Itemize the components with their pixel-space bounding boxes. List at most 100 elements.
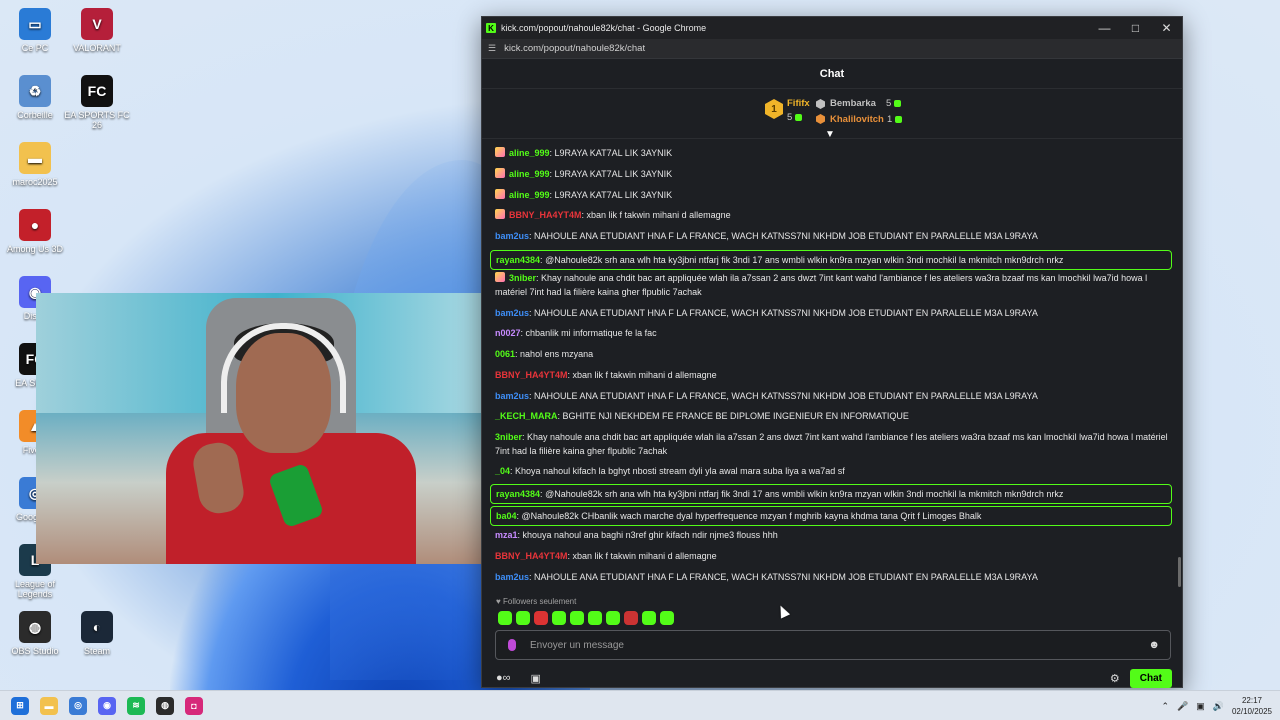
chat-username[interactable]: 3niber	[495, 432, 522, 442]
desktop-icon[interactable]: ◐ Steam	[62, 611, 132, 656]
emote-1-icon[interactable]	[498, 611, 512, 625]
close-icon[interactable]: ✕	[1151, 21, 1182, 35]
window-titlebar[interactable]: K kick.com/popout/nahoule82k/chat - Goog…	[482, 17, 1182, 39]
chat-username[interactable]: n0027	[495, 328, 521, 338]
desktop-icon[interactable]: FC EA SPORTS FC 26	[62, 75, 132, 130]
desktop-icon[interactable]: ● Among Us 3D	[0, 209, 70, 254]
emote-4-icon[interactable]	[552, 611, 566, 625]
chat-username[interactable]: 0061	[495, 349, 515, 359]
chat-username[interactable]: aline_999	[509, 148, 550, 158]
desktop-icon-label: League of Legends	[14, 579, 56, 599]
settings-gear-icon[interactable]: ⚙	[1110, 672, 1120, 685]
chat-message[interactable]: aline_999: L9RAYA KAT7AL LIK 3AYNIK	[495, 167, 1170, 181]
app-icon: ▭	[19, 8, 51, 40]
chat-message[interactable]: bam2us: NAHOULE ANA ETUDIANT HNA F LA FR…	[495, 389, 1170, 403]
chat-header: Chat	[482, 59, 1182, 89]
obs-icon[interactable]: ◍	[156, 696, 174, 715]
emote-7-icon[interactable]	[606, 611, 620, 625]
chat-message[interactable]: rayan4384: @Nahoule82k srh ana wlh hta k…	[490, 250, 1172, 270]
chat-message[interactable]: BBNY_HA4YT4M: xban lik f takwin mihani d…	[495, 368, 1170, 382]
chat-scrollbar[interactable]	[1178, 557, 1181, 587]
chat-username[interactable]: bam2us	[495, 231, 529, 241]
chat-username[interactable]: BBNY_HA4YT4M	[495, 370, 568, 380]
chat-message[interactable]: bam2us: NAHOULE ANA ETUDIANT HNA F LA FR…	[495, 229, 1170, 243]
emote-9-icon[interactable]	[642, 611, 656, 625]
chat-message[interactable]: 0061: nahol ens mzyana	[495, 347, 1170, 361]
collapse-leaderboard-icon[interactable]: ▼	[825, 129, 835, 140]
minimize-icon[interactable]: —	[1089, 21, 1120, 35]
chat-message[interactable]: _KECH_MARA: BGHITE NJI NEKHDEM FE FRANCE…	[495, 409, 1170, 423]
desktop-icon[interactable]: ▬ maroc2025	[0, 142, 70, 187]
mic-icon[interactable]	[508, 639, 516, 651]
chat-message-text: L9RAYA KAT7AL LIK 3AYNIK	[554, 169, 673, 179]
emote-8-icon[interactable]	[624, 611, 638, 625]
chat-username[interactable]: bam2us	[495, 572, 529, 582]
chat-message[interactable]: mza1: khouya nahoul ana baghi n3ref ghir…	[495, 528, 1170, 542]
chat-username[interactable]: aline_999	[509, 190, 550, 200]
emote-3-icon[interactable]	[534, 611, 548, 625]
chat-username[interactable]: aline_999	[509, 169, 550, 179]
url-text[interactable]: kick.com/popout/nahoule82k/chat	[504, 43, 645, 54]
chat-messages[interactable]: aline_999: L9RAYA KAT7AL LIK 3AYNIK aline…	[482, 140, 1182, 594]
emote-6-icon[interactable]	[588, 611, 602, 625]
leader-third-count: 1	[887, 114, 903, 125]
chat-message[interactable]: bam2us: NAHOULE ANA ETUDIANT HNA F LA FR…	[495, 306, 1170, 320]
chat-message[interactable]: bam2us: NAHOULE ANA ETUDIANT HNA F LA FR…	[495, 570, 1170, 584]
chat-message[interactable]: rayan4384: @Nahoule82k srh ana wlh hta k…	[490, 484, 1172, 504]
chrome-icon[interactable]: ◎	[69, 696, 87, 715]
chat-message[interactable]: 3niber: Khay nahoule ana chdit bac art a…	[495, 271, 1170, 299]
chat-message[interactable]: 3niber: Khay nahoule ana chdit bac art a…	[495, 430, 1170, 458]
chat-username[interactable]: bam2us	[495, 391, 529, 401]
windows-start-icon[interactable]: ⊞	[11, 696, 29, 715]
desktop-icon[interactable]: ♻ Corbeille	[0, 75, 70, 120]
desktop-icon[interactable]: ◍ OBS Studio	[0, 611, 70, 656]
chat-username[interactable]: rayan4384	[496, 255, 540, 265]
chat-message[interactable]: BBNY_HA4YT4M: xban lik f takwin mihani d…	[495, 549, 1170, 563]
chrome-popup-window[interactable]: K kick.com/popout/nahoule82k/chat - Goog…	[481, 16, 1183, 688]
leader-second-name[interactable]: Bembarka	[830, 98, 876, 109]
site-settings-icon[interactable]: ☰	[488, 43, 496, 54]
leader-third-name[interactable]: Khalilovitch	[830, 114, 884, 125]
instagram-icon[interactable]: ◘	[185, 696, 203, 715]
chat-username[interactable]: ba04	[496, 511, 517, 521]
volume-icon[interactable]: 🔊	[1213, 701, 1224, 712]
discord-icon[interactable]: ◉	[98, 696, 116, 715]
desktop-icon-label: maroc2025	[12, 177, 58, 187]
desktop-icon[interactable]: V VALORANT	[62, 8, 132, 53]
emote-10-icon[interactable]	[660, 611, 674, 625]
chat-message[interactable]: BBNY_HA4YT4M: xban lik f takwin mihani d…	[495, 208, 1170, 222]
spotify-icon[interactable]: ≋	[127, 696, 145, 715]
chat-username[interactable]: bam2us	[495, 308, 529, 318]
leader-first-name[interactable]: Fififx	[787, 98, 810, 109]
network-icon[interactable]: ▣	[1196, 701, 1205, 712]
chat-message[interactable]: ba04: @Nahoule82k CHbanlik wach marche d…	[490, 506, 1172, 526]
address-bar[interactable]: ☰ kick.com/popout/nahoule82k/chat	[482, 39, 1182, 59]
store-icon[interactable]: ▣	[531, 672, 541, 685]
emote-5-icon[interactable]	[570, 611, 584, 625]
chat-message-text: xban lik f takwin mihani d allemagne	[572, 551, 717, 561]
chat-message-input[interactable]: Envoyer un message ☻	[495, 630, 1171, 660]
emoji-picker-icon[interactable]: ☻	[1148, 639, 1160, 651]
channel-points-icon[interactable]: ●∞	[496, 672, 511, 684]
emote-2-icon[interactable]	[516, 611, 530, 625]
clock[interactable]: 22:17 02/10/2025	[1232, 695, 1272, 717]
tray-mic-icon[interactable]: 🎤	[1177, 701, 1188, 712]
file-explorer-icon[interactable]: ▬	[40, 696, 58, 715]
chat-username[interactable]: 3niber	[509, 273, 536, 283]
chat-message[interactable]: n0027: chbanlik mi informatique fe la fa…	[495, 326, 1170, 340]
maximize-icon[interactable]: □	[1120, 21, 1151, 35]
send-chat-button[interactable]: Chat	[1129, 668, 1172, 688]
chat-username[interactable]: rayan4384	[496, 489, 540, 499]
chat-username[interactable]: BBNY_HA4YT4M	[509, 210, 582, 220]
tray-chevron-icon[interactable]: ⌃	[1161, 701, 1169, 712]
chat-input-placeholder[interactable]: Envoyer un message	[530, 640, 624, 651]
chat-message[interactable]: aline_999: L9RAYA KAT7AL LIK 3AYNIK	[495, 146, 1170, 160]
chat-username[interactable]: mza1	[495, 530, 518, 540]
chat-username[interactable]: _04	[495, 466, 510, 476]
desktop-icon[interactable]: ▭ Ce PC	[0, 8, 70, 53]
chat-username[interactable]: _KECH_MARA	[495, 411, 558, 421]
chat-message[interactable]: _04: Khoya nahoul kifach la bghyt nbosti…	[495, 464, 1170, 478]
chat-message[interactable]: aline_999: L9RAYA KAT7AL LIK 3AYNIK	[495, 188, 1170, 202]
leader-first-count: 5	[787, 112, 803, 123]
chat-username[interactable]: BBNY_HA4YT4M	[495, 551, 568, 561]
